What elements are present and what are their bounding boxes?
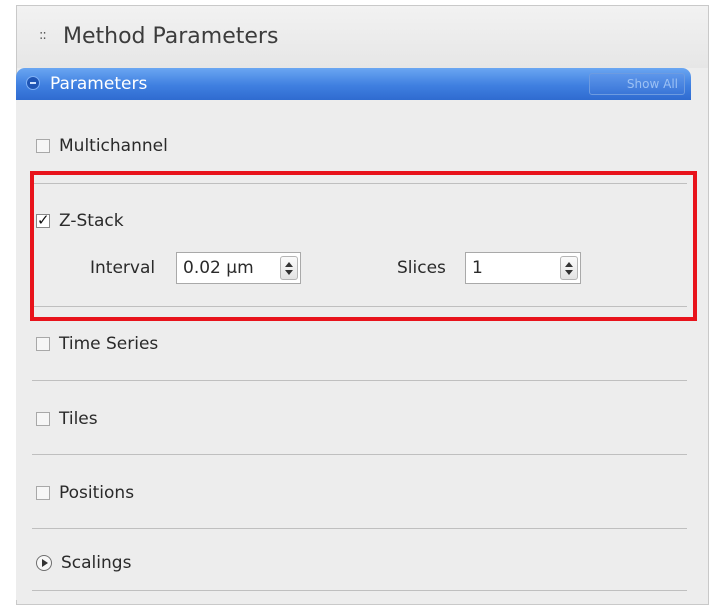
multichannel-option[interactable]: Multichannel (36, 136, 168, 156)
show-all-button[interactable]: Show All (589, 73, 685, 95)
panel-title: Method Parameters (63, 24, 279, 49)
expand-arrow-icon[interactable] (36, 555, 52, 571)
parameters-label: Parameters (50, 74, 148, 94)
tiles-checkbox[interactable] (36, 412, 50, 426)
multichannel-checkbox[interactable] (36, 139, 50, 153)
divider (32, 380, 687, 381)
time-series-option[interactable]: Time Series (36, 334, 158, 354)
zstack-highlight-box (30, 171, 697, 321)
parameters-section-header[interactable]: Parameters Show All (16, 68, 691, 100)
tiles-option[interactable]: Tiles (36, 409, 98, 429)
time-series-label: Time Series (59, 334, 159, 354)
collapse-icon[interactable] (26, 76, 40, 90)
positions-label: Positions (59, 483, 135, 503)
divider (32, 454, 687, 455)
scalings-label: Scalings (61, 553, 132, 573)
time-series-checkbox[interactable] (36, 337, 50, 351)
divider (32, 528, 687, 529)
panel-header[interactable]: :: Method Parameters (17, 6, 708, 68)
positions-checkbox[interactable] (36, 486, 50, 500)
drag-grip-icon[interactable]: :: (39, 28, 47, 43)
scalings-section[interactable]: Scalings (36, 553, 131, 573)
multichannel-label: Multichannel (59, 136, 168, 156)
tiles-label: Tiles (59, 409, 98, 429)
divider (32, 590, 687, 591)
positions-option[interactable]: Positions (36, 483, 134, 503)
